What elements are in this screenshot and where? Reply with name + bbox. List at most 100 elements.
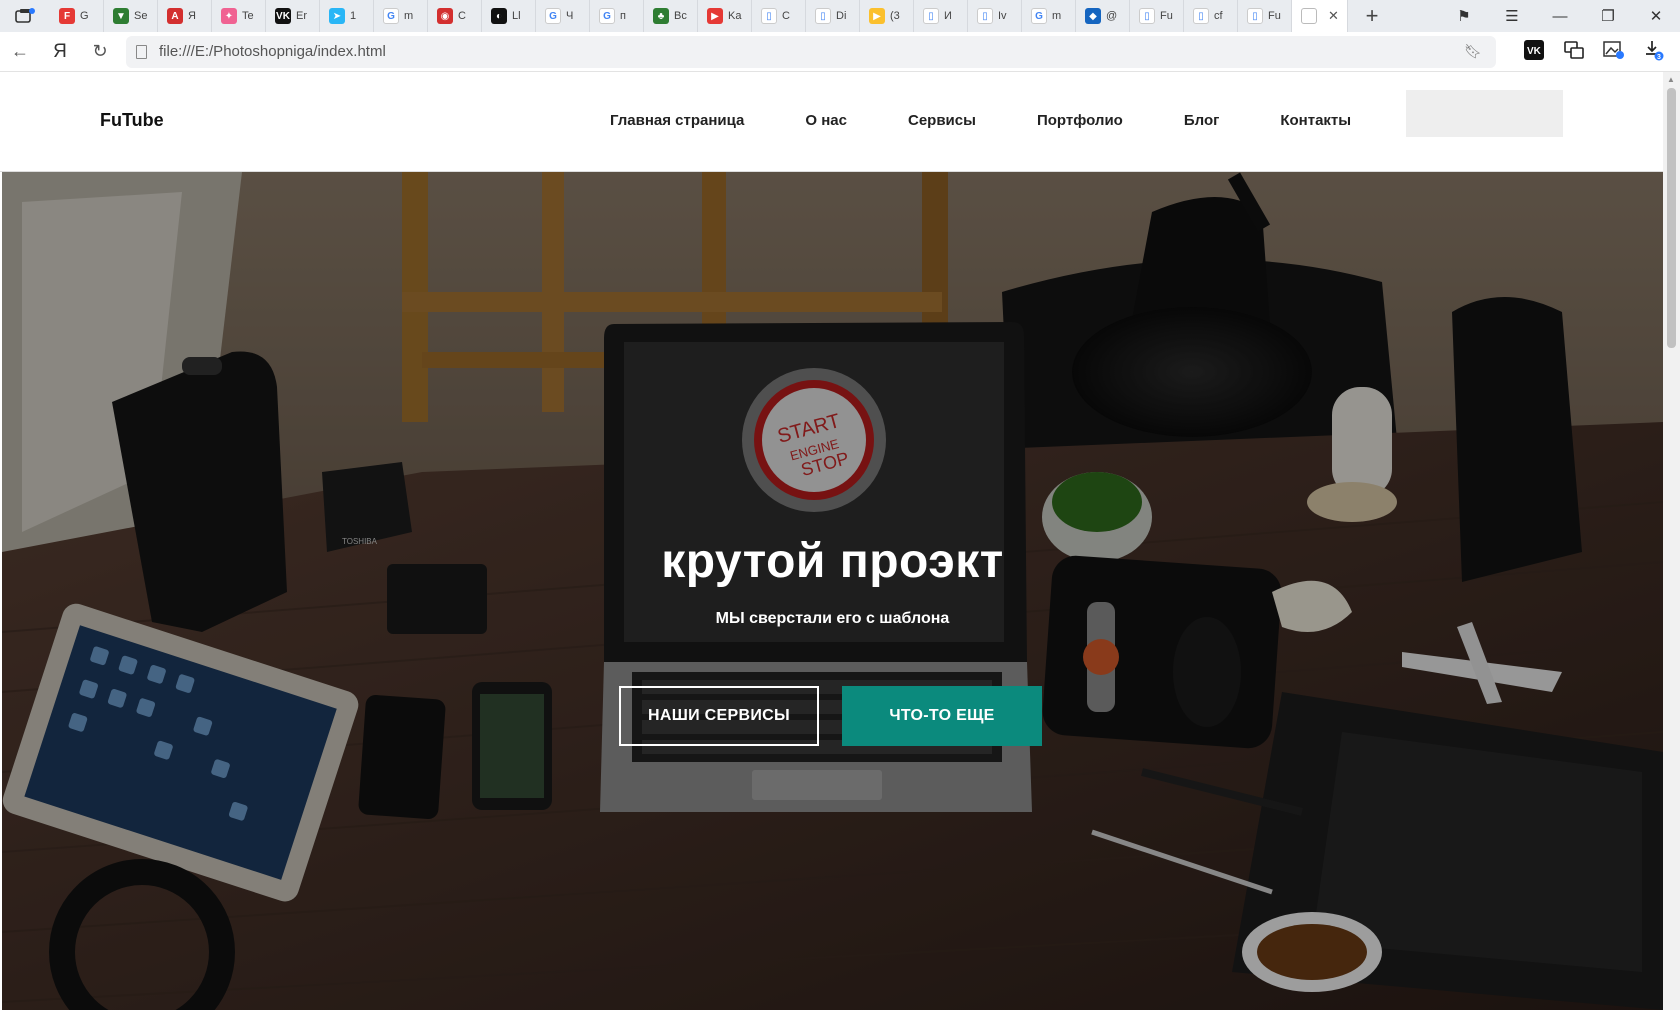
- back-icon[interactable]: ←: [0, 41, 40, 62]
- browser-tab[interactable]: ♣ Bc: [644, 0, 698, 32]
- tab-title: m: [1052, 10, 1062, 22]
- tab-favicon-icon: G: [1031, 8, 1047, 24]
- close-tab-icon[interactable]: ✕: [1328, 8, 1339, 24]
- browser-tab[interactable]: ▶ (3: [860, 0, 914, 32]
- tab-title: п: [620, 10, 626, 22]
- tab-favicon-icon: ▼: [113, 8, 129, 24]
- tab-title: @: [1106, 10, 1118, 22]
- close-window-icon[interactable]: ✕: [1632, 7, 1680, 25]
- tab-title: Я: [188, 10, 196, 22]
- tab-favicon-icon: ▯: [1247, 8, 1263, 24]
- browser-menu-icon[interactable]: ☰: [1488, 7, 1536, 25]
- browser-tab[interactable]: Gm: [1022, 0, 1076, 32]
- reload-icon[interactable]: ↻: [80, 41, 120, 62]
- browser-tab[interactable]: ▯ Fu: [1130, 0, 1184, 32]
- hero-subtitle: МЫ сверстали его с шаблона: [715, 610, 950, 627]
- tab-favicon-icon: G: [545, 8, 561, 24]
- yandex-button[interactable]: Я: [40, 41, 80, 63]
- tab-favicon-icon: G: [599, 8, 615, 24]
- tab-favicon-icon: A: [167, 8, 183, 24]
- tab-favicon-icon: ▯: [923, 8, 939, 24]
- tab-favicon-icon: G: [383, 8, 399, 24]
- browser-tab-strip: F G ▼ Se A Я ✦ Te VK Er ➤ 1 Gm ◉ C ◐ Ll G Ч Gп ♣ Bc ▶ Ka ▯ C ▯ Di ▶(…: [0, 0, 1680, 32]
- tab-title: Ka: [728, 10, 742, 22]
- hero-section: TOSHIBA START ENGINE STOP крутой проэкт …: [2, 172, 1663, 1010]
- tab-title: C: [458, 10, 466, 22]
- browser-tab[interactable]: ➤ 1: [320, 0, 374, 32]
- hero-title: крутой проэкт: [661, 535, 1004, 588]
- translate-extension-icon[interactable]: [1554, 40, 1594, 64]
- main-menu: Главная страница О нас Сервисы Портфолио…: [610, 112, 1351, 129]
- file-icon: [136, 44, 147, 59]
- tab-title: Di: [836, 10, 847, 22]
- address-bar-row: ← Я ↻ file:///E:/Photoshopniga/index.htm…: [0, 32, 1680, 72]
- tab-favicon-icon: ◉: [437, 8, 453, 24]
- menu-item-contacts[interactable]: Контакты: [1280, 112, 1351, 129]
- vk-extension-icon[interactable]: VK: [1514, 39, 1554, 64]
- scroll-up-icon[interactable]: ▲: [1667, 75, 1675, 84]
- browser-tab[interactable]: AЯ: [158, 0, 212, 32]
- menu-item-blog[interactable]: Блог: [1184, 112, 1220, 129]
- restore-icon[interactable]: ❐: [1584, 7, 1632, 25]
- browser-tab[interactable]: FG: [50, 0, 104, 32]
- tab-favicon-icon: ➤: [329, 8, 345, 24]
- browser-tab[interactable]: VK Er: [266, 0, 320, 32]
- header-placeholder-box[interactable]: [1406, 90, 1563, 137]
- url-text: file:///E:/Photoshopniga/index.html: [159, 43, 386, 60]
- browser-tab[interactable]: Gп: [590, 0, 644, 32]
- browser-tab[interactable]: Gm: [374, 0, 428, 32]
- tab-title: Fu: [1160, 10, 1173, 22]
- url-field[interactable]: file:///E:/Photoshopniga/index.html 🔖︎: [126, 35, 1496, 68]
- browser-tab[interactable]: ▯ C: [752, 0, 806, 32]
- downloads-icon[interactable]: 3: [1634, 39, 1674, 65]
- browser-tab[interactable]: ◐ Ll: [482, 0, 536, 32]
- svg-text:VK: VK: [1527, 46, 1542, 57]
- tab-favicon-icon: ▯: [977, 8, 993, 24]
- something-else-button[interactable]: ЧТО-ТО ЕЩЕ: [842, 686, 1042, 746]
- tab-favicon-icon: ▶: [869, 8, 885, 24]
- tab-title: Ч: [566, 10, 574, 22]
- tab-favicon-icon: ▯: [761, 8, 777, 24]
- image-extension-icon[interactable]: [1594, 40, 1634, 64]
- browser-tab[interactable]: ◉ C: [428, 0, 482, 32]
- tab-overview-icon[interactable]: [0, 0, 50, 32]
- tab-title: cf: [1214, 10, 1223, 22]
- tab-title: m: [404, 10, 414, 22]
- menu-item-services[interactable]: Сервисы: [908, 112, 976, 129]
- page-scrollbar[interactable]: ▲: [1663, 72, 1680, 1010]
- browser-tab[interactable]: ◆ @: [1076, 0, 1130, 32]
- site-header: FuTube Главная страница О нас Сервисы По…: [0, 72, 1663, 172]
- page-icon: [1301, 8, 1317, 24]
- menu-item-portfolio[interactable]: Портфолио: [1037, 112, 1123, 129]
- browser-tab[interactable]: ▯ Di: [806, 0, 860, 32]
- tab-favicon-icon: ♣: [653, 8, 669, 24]
- tab-title: (3: [890, 10, 900, 22]
- menu-item-home[interactable]: Главная страница: [610, 112, 744, 129]
- tab-title: 1: [350, 10, 357, 22]
- tab-favicon-icon: ◐: [491, 8, 507, 24]
- menu-item-about[interactable]: О нас: [805, 112, 847, 129]
- browser-tab[interactable]: ✦ Te: [212, 0, 266, 32]
- browser-tab[interactable]: ▯ Iv: [968, 0, 1022, 32]
- browser-tab[interactable]: GЧ: [536, 0, 590, 32]
- tab-favicon-icon: ▯: [1139, 8, 1155, 24]
- browser-tab[interactable]: ▶ Ka: [698, 0, 752, 32]
- tab-favicon-icon: ▯: [815, 8, 831, 24]
- scrollbar-thumb[interactable]: [1667, 88, 1676, 348]
- services-button[interactable]: НАШИ СЕРВИСЫ: [619, 686, 819, 746]
- site-logo[interactable]: FuTube: [100, 110, 164, 131]
- new-tab-button[interactable]: +: [1348, 0, 1396, 32]
- browser-tab[interactable]: ▯ И: [914, 0, 968, 32]
- tab-favicon-icon: ▶: [707, 8, 723, 24]
- bookmark-icon[interactable]: 🔖︎: [1464, 43, 1482, 60]
- minimize-icon[interactable]: —: [1536, 8, 1584, 25]
- browser-tab[interactable]: ▼ Se: [104, 0, 158, 32]
- tab-active[interactable]: ✕: [1292, 0, 1348, 32]
- bookmarks-panel-icon[interactable]: ⚑: [1440, 7, 1488, 25]
- tab-title: Te: [242, 10, 254, 22]
- tab-title: Ll: [512, 10, 521, 22]
- browser-tab[interactable]: ▯ cf: [1184, 0, 1238, 32]
- tab-favicon-icon: ✦: [221, 8, 237, 24]
- browser-tab[interactable]: ▯ Fu: [1238, 0, 1292, 32]
- tab-title: C: [782, 10, 790, 22]
